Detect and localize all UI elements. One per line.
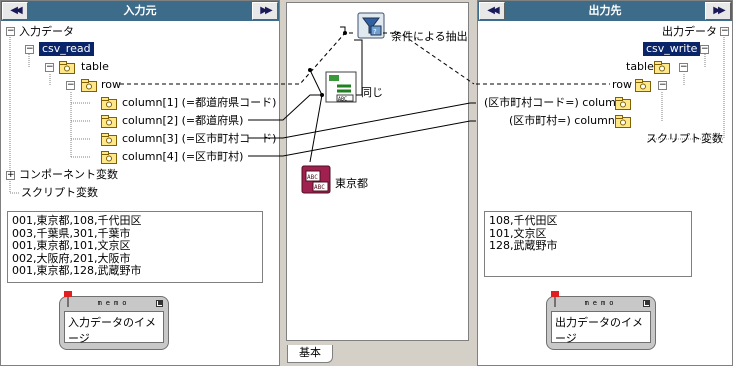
column-icon xyxy=(101,115,117,128)
memo-note[interactable]: memo 入力データのイメージ xyxy=(59,291,169,350)
tree-row[interactable]: row xyxy=(101,78,121,92)
tab-basic[interactable]: 基本 xyxy=(287,345,333,363)
mapping-canvas[interactable]: ? 条件による抽出 ABC 同じ ABC ABC 東京都 xyxy=(286,2,469,341)
resize-icon[interactable] xyxy=(643,300,650,307)
svg-text:?: ? xyxy=(373,28,377,36)
nav-next-button[interactable]: ▶▶ xyxy=(252,2,278,20)
tree-root-output[interactable]: 出力データ xyxy=(662,25,717,39)
input-panel: 入力元 ◀◀ ▶▶ − 入力データ − csv_read − table − r… xyxy=(0,0,280,366)
collapse-icon[interactable]: − xyxy=(66,81,75,90)
collapse-icon[interactable]: − xyxy=(6,27,15,36)
memo-note[interactable]: memo 出力データのイメージ xyxy=(546,291,656,350)
data-line: 108,千代田区 xyxy=(489,214,558,227)
data-line: 128,武蔵野市 xyxy=(489,239,558,252)
tree-csv-read[interactable]: csv_read xyxy=(39,42,94,56)
output-data-sample: 108,千代田区 101,文京区 128,武蔵野市 xyxy=(484,211,692,277)
column-icon xyxy=(615,115,631,128)
tree-column-2[interactable]: column[2] (=都道府県) xyxy=(122,114,243,128)
nav-next-button[interactable]: ▶▶ xyxy=(705,2,731,20)
collapse-icon[interactable]: − xyxy=(700,45,709,54)
data-line: 001,東京都,108,千代田区 xyxy=(12,214,142,227)
collapse-icon[interactable]: − xyxy=(45,63,54,72)
data-line: 001,東京都,128,武蔵野市 xyxy=(12,264,142,277)
column-icon xyxy=(101,133,117,146)
tree-script-vars[interactable]: スクリプト変数 xyxy=(646,132,723,146)
tree-column-1[interactable]: column[1] (=都道府県コード) xyxy=(122,96,276,110)
output-panel-title: 出力先 xyxy=(478,1,732,21)
collapse-icon[interactable]: − xyxy=(25,45,34,54)
collapse-icon[interactable]: − xyxy=(720,27,729,36)
tree-component-vars[interactable]: コンポーネント変数 xyxy=(19,168,118,182)
equal-icon[interactable]: ABC xyxy=(325,71,359,105)
tree-table[interactable]: table xyxy=(81,60,109,74)
folder-icon xyxy=(59,61,75,74)
tree-column-4[interactable]: column[4] (=区市町村) xyxy=(122,150,243,164)
filter-icon[interactable]: ? xyxy=(357,12,387,40)
collapse-icon[interactable]: − xyxy=(679,63,688,72)
output-panel: 出力先 ◀◀ ▶▶ 出力データ − csv_write − table − ro… xyxy=(477,0,733,366)
folder-icon xyxy=(81,79,97,92)
filter-label: 条件による抽出 xyxy=(391,30,468,43)
constant-icon[interactable]: ABC ABC xyxy=(301,163,333,195)
svg-text:ABC: ABC xyxy=(307,174,318,181)
tree-row[interactable]: row xyxy=(612,78,632,92)
folder-icon xyxy=(635,79,651,92)
tree-out-column-2[interactable]: (区市町村=) column xyxy=(509,114,615,128)
resize-icon[interactable] xyxy=(156,300,163,307)
input-panel-title: 入力元 xyxy=(1,1,279,21)
tree-column-3[interactable]: column[3] (=区市町村コード) xyxy=(122,132,276,146)
column-icon xyxy=(615,97,631,110)
memo-header: memo xyxy=(97,299,131,307)
memo-text: 入力データのイメージ xyxy=(64,311,164,345)
data-line: 001,東京都,101,文京区 xyxy=(12,239,131,252)
svg-text:ABC: ABC xyxy=(314,184,325,191)
tree-out-column-1[interactable]: (区市町村コード=) column xyxy=(484,96,623,110)
tree-table[interactable]: table xyxy=(626,60,654,74)
collapse-icon[interactable]: − xyxy=(658,81,667,90)
svg-text:ABC: ABC xyxy=(338,97,347,103)
mapping-canvas-panel: ? 条件による抽出 ABC 同じ ABC ABC 東京都 基本 xyxy=(283,0,474,366)
column-icon xyxy=(101,97,117,110)
tree-csv-write[interactable]: csv_write xyxy=(643,42,701,56)
nav-prev-button[interactable]: ◀◀ xyxy=(2,2,28,20)
tree-root-input[interactable]: 入力データ xyxy=(19,25,74,39)
expand-icon[interactable]: + xyxy=(6,171,15,180)
column-icon xyxy=(101,151,117,164)
memo-text: 出力データのイメージ xyxy=(551,311,651,345)
tree-script-vars[interactable]: スクリプト変数 xyxy=(21,186,98,200)
nav-prev-button[interactable]: ◀◀ xyxy=(479,2,505,20)
memo-header: memo xyxy=(584,299,618,307)
equal-label: 同じ xyxy=(361,86,383,99)
folder-icon xyxy=(654,61,670,74)
constant-label: 東京都 xyxy=(335,177,368,190)
input-data-sample: 001,東京都,108,千代田区 003,千葉県,301,千葉市 001,東京都… xyxy=(7,211,263,283)
